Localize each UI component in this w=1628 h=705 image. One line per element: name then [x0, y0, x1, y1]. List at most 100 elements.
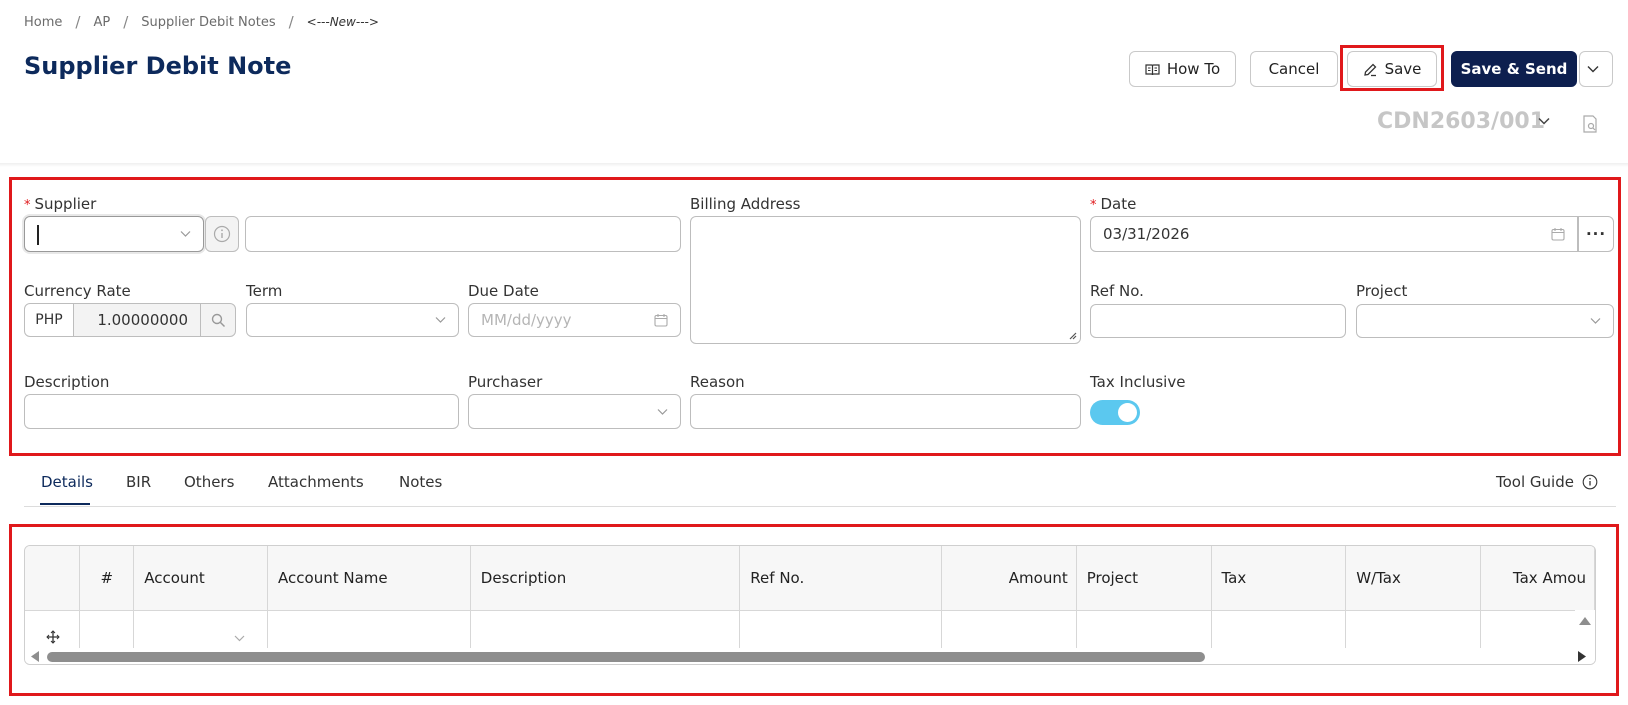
chevron-down-icon [1587, 66, 1598, 73]
tab-details[interactable]: Details [41, 473, 93, 491]
active-tab-indicator [40, 503, 90, 505]
date-input[interactable]: 03/31/2026 [1090, 216, 1578, 252]
currency-rate-label: Currency Rate [24, 282, 131, 300]
supplier-info-button[interactable] [205, 216, 239, 252]
info-icon [1582, 474, 1598, 490]
ellipsis-icon: ··· [1585, 225, 1607, 243]
horizontal-scrollbar[interactable] [25, 648, 1595, 664]
breadcrumb: Home / AP / Supplier Debit Notes / <---N… [24, 13, 379, 31]
pencil-icon [1363, 63, 1376, 76]
calendar-icon[interactable] [654, 313, 668, 327]
due-date-label: Due Date [468, 282, 539, 300]
description-label: Description [24, 373, 110, 391]
move-icon[interactable] [46, 629, 60, 644]
date-value: 03/31/2026 [1103, 225, 1190, 243]
grid-header-wtax[interactable]: W/Tax [1345, 546, 1481, 611]
purchaser-select[interactable] [468, 394, 681, 429]
header-divider [0, 163, 1628, 167]
grid-header-tax-amount[interactable]: Tax Amou [1480, 546, 1595, 611]
term-select[interactable] [246, 303, 459, 337]
how-to-label: How To [1166, 60, 1221, 78]
how-to-button[interactable]: How To [1129, 51, 1236, 87]
purchaser-label: Purchaser [468, 373, 543, 391]
resize-handle-icon[interactable] [1068, 331, 1077, 340]
currency-rate-search-button[interactable] [200, 303, 236, 337]
scroll-up-arrow-icon[interactable] [1579, 616, 1591, 625]
document-number-chevron-icon[interactable] [1538, 117, 1550, 125]
save-and-send-button[interactable]: Save & Send [1451, 51, 1577, 87]
breadcrumb-separator: / [288, 13, 294, 31]
supplier-select[interactable] [24, 216, 204, 252]
grid-header-description[interactable]: Description [470, 546, 741, 611]
line-items-grid: # Account Account Name Description Ref N… [24, 545, 1596, 665]
tax-inclusive-label: Tax Inclusive [1090, 373, 1186, 391]
toggle-knob [1118, 403, 1137, 422]
chevron-down-icon [657, 408, 668, 415]
due-date-placeholder: MM/dd/yyyy [481, 311, 572, 329]
grid-header-tax[interactable]: Tax [1211, 546, 1347, 611]
tabs-divider [24, 506, 1616, 507]
save-label: Save [1384, 60, 1422, 78]
scroll-left-arrow-icon[interactable] [30, 651, 39, 662]
grid-header-row: # Account Account Name Description Ref N… [25, 546, 1595, 611]
book-icon [1145, 63, 1160, 75]
currency-rate-input[interactable]: 1.00000000 [73, 303, 201, 337]
calendar-icon[interactable] [1551, 227, 1565, 241]
tab-attachments[interactable]: Attachments [268, 473, 364, 491]
tax-inclusive-toggle[interactable] [1090, 400, 1140, 425]
project-label: Project [1356, 282, 1408, 300]
save-and-send-label: Save & Send [1460, 60, 1568, 78]
grid-header-amount[interactable]: Amount [941, 546, 1077, 611]
grid-header-account[interactable]: Account [133, 546, 269, 611]
tab-notes[interactable]: Notes [399, 473, 442, 491]
chevron-down-icon [435, 317, 446, 323]
cancel-label: Cancel [1268, 60, 1320, 78]
breadcrumb-supplier-debit-notes[interactable]: Supplier Debit Notes [141, 15, 275, 30]
term-label: Term [246, 282, 283, 300]
horizontal-scroll-thumb[interactable] [47, 652, 1205, 662]
grid-header-account-name[interactable]: Account Name [267, 546, 471, 611]
document-search-icon[interactable] [1582, 115, 1598, 133]
chevron-down-icon [1590, 318, 1601, 324]
tool-guide-link[interactable]: Tool Guide [1496, 473, 1598, 491]
currency-code: PHP [24, 303, 74, 337]
breadcrumb-separator: / [75, 13, 81, 31]
tab-bir[interactable]: BIR [126, 473, 151, 491]
breadcrumb-current: <---New---> [306, 15, 379, 29]
document-number: CDN2603/001 [1377, 109, 1546, 134]
required-marker: * [24, 198, 31, 213]
save-button[interactable]: Save [1347, 51, 1437, 87]
billing-address-textarea[interactable] [690, 216, 1081, 344]
supplier-label: * Supplier [24, 195, 97, 213]
breadcrumb-home[interactable]: Home [24, 15, 62, 30]
grid-header-number[interactable]: # [79, 546, 135, 611]
required-marker: * [1090, 198, 1097, 213]
breadcrumb-separator: / [123, 13, 129, 31]
grid-header-actions [25, 546, 81, 611]
tool-guide-label: Tool Guide [1496, 473, 1574, 491]
description-input[interactable] [24, 394, 459, 429]
breadcrumb-ap[interactable]: AP [93, 15, 110, 30]
more-actions-button[interactable] [1579, 51, 1613, 87]
scroll-right-arrow-icon[interactable] [1578, 651, 1587, 662]
chevron-down-icon [234, 635, 245, 641]
ref-no-input[interactable] [1090, 304, 1346, 338]
date-label: * Date [1090, 195, 1137, 213]
currency-rate-value: 1.00000000 [97, 311, 188, 329]
text-cursor [37, 225, 39, 245]
date-options-button[interactable]: ··· [1578, 216, 1614, 252]
reason-input[interactable] [690, 394, 1081, 429]
grid-header-project[interactable]: Project [1076, 546, 1212, 611]
chevron-down-icon [180, 231, 191, 237]
billing-address-label: Billing Address [690, 195, 801, 213]
ref-no-label: Ref No. [1090, 282, 1144, 300]
cancel-button[interactable]: Cancel [1250, 51, 1338, 87]
supplier-name-input[interactable] [245, 216, 681, 252]
reason-label: Reason [690, 373, 745, 391]
tab-others[interactable]: Others [184, 473, 234, 491]
search-icon [211, 313, 225, 327]
grid-header-ref-no[interactable]: Ref No. [739, 546, 942, 611]
info-icon [213, 225, 231, 243]
project-select[interactable] [1356, 304, 1614, 338]
due-date-input[interactable]: MM/dd/yyyy [468, 303, 681, 337]
